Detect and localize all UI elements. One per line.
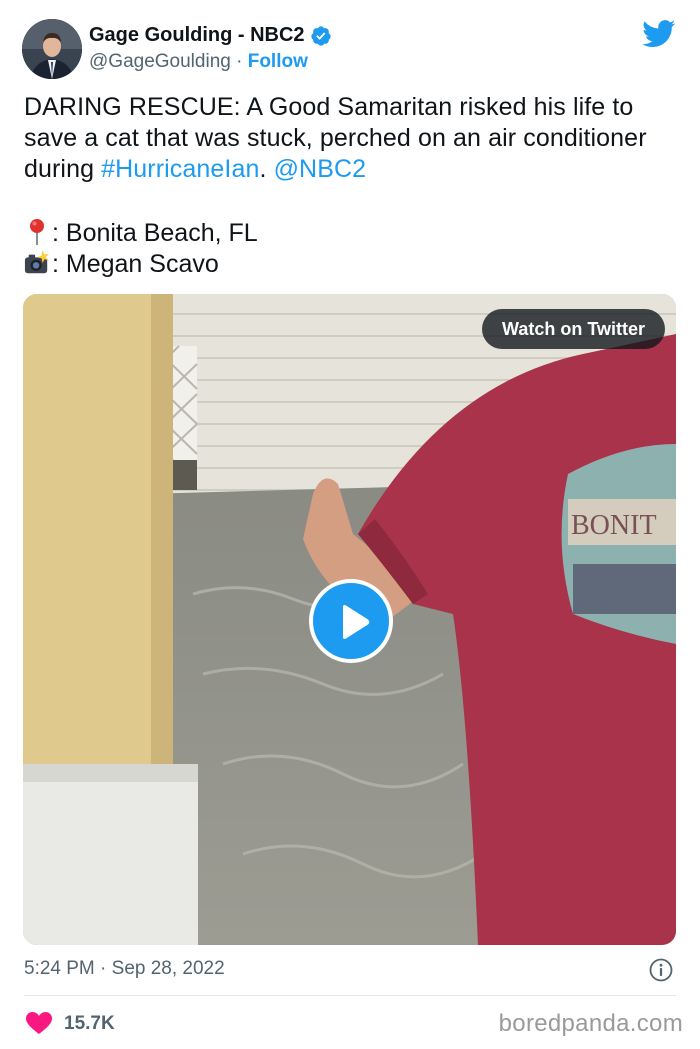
tweet-timestamp[interactable]: 5:24 PM · Sep 28, 2022: [24, 958, 225, 980]
play-icon: [343, 605, 370, 639]
author-name[interactable]: Gage Goulding - NBC2: [89, 24, 305, 47]
like-action[interactable]: 15.7K: [26, 1012, 115, 1035]
info-icon[interactable]: [649, 958, 673, 982]
handle-separator: ·: [230, 51, 248, 72]
hashtag-link[interactable]: #HurricaneIan: [101, 155, 259, 183]
credit-text: : Megan Scavo: [52, 250, 219, 278]
play-button[interactable]: [309, 579, 393, 663]
video-thumbnail[interactable]: BONIT Watch on Twitter: [23, 294, 676, 945]
avatar[interactable]: [22, 19, 82, 79]
shirt-logo-text: BONIT: [571, 510, 657, 541]
tweet-header: Gage Goulding - NBC2 @GageGoulding · Fol…: [22, 16, 678, 82]
location-text: : Bonita Beach, FL: [52, 219, 258, 247]
heart-icon[interactable]: [26, 1012, 52, 1035]
location-line: : Bonita Beach, FL: [24, 218, 258, 249]
twitter-bird-icon[interactable]: [642, 20, 676, 48]
credit-line: : Megan Scavo: [24, 249, 219, 280]
like-count: 15.7K: [64, 1012, 115, 1034]
watch-on-twitter-button[interactable]: Watch on Twitter: [482, 309, 665, 349]
follow-link[interactable]: Follow: [248, 51, 308, 72]
author-handle[interactable]: @GageGoulding: [89, 51, 231, 72]
handle-row: @GageGoulding · Follow: [89, 51, 308, 73]
tweet-body-mid: .: [259, 155, 274, 183]
divider: [24, 995, 676, 996]
camera-flash-emoji: [24, 250, 50, 274]
tweet-text: DARING RESCUE: A Good Samaritan risked h…: [24, 92, 684, 185]
round-pushpin-emoji: [30, 219, 44, 245]
watermark: boredpanda.com: [498, 1010, 683, 1037]
mention-link[interactable]: @NBC2: [274, 155, 367, 183]
verified-badge-icon: [310, 25, 331, 46]
